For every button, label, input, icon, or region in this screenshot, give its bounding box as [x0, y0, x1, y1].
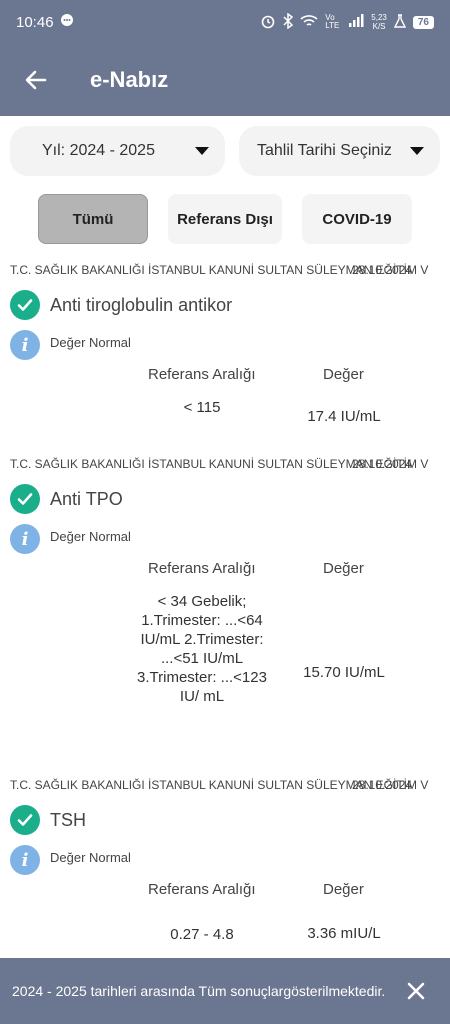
info-icon[interactable]: i [10, 524, 40, 554]
test-name: Anti TPO [50, 488, 123, 509]
result-date: 28.10.2024 [352, 263, 413, 277]
test-date-select[interactable]: Tahlil Tarihi Seçiniz [239, 126, 440, 176]
snackbar-message: 2024 - 2025 tarihleri arasında Tüm sonuç… [12, 982, 386, 999]
year-select-label: Yıl: 2024 - 2025 [42, 142, 155, 159]
result-value: 17.4 IU/mL [307, 408, 381, 425]
caret-down-icon [410, 147, 424, 155]
value-header: Değer [323, 881, 364, 898]
result-value: 3.36 mIU/L [307, 925, 381, 942]
signal-icon [348, 13, 364, 31]
reference-range-value: < 115 [183, 399, 221, 416]
wifi-icon [300, 14, 318, 31]
value-header: Değer [323, 366, 364, 383]
tab-all[interactable]: Tümü [38, 194, 148, 244]
check-icon [10, 290, 40, 320]
reference-range-header: Referans Aralığı [148, 881, 256, 898]
status-bar: 10:46 Vo LTE 5,23 K/S 76 [0, 0, 450, 44]
flask-icon [393, 13, 407, 31]
value-header: Değer [323, 560, 364, 577]
tab-covid-19[interactable]: COVID-19 [302, 194, 412, 244]
reference-range-header: Referans Aralığı [148, 560, 256, 577]
battery-indicator: 76 [412, 15, 434, 29]
test-date-select-label: Tahlil Tarihi Seçiniz [257, 142, 392, 159]
status-text: Değer Normal [50, 849, 131, 865]
tab-out-of-reference[interactable]: Referans Dışı [168, 194, 282, 244]
arrow-left-icon[interactable] [22, 66, 50, 94]
results-list: T.C. SAĞLIK BAKANLIĞI İSTANBUL KANUNİ SU… [0, 262, 450, 967]
caret-down-icon [195, 147, 209, 155]
tab-bar: Tümü Referans Dışı COVID-19 [0, 194, 450, 244]
info-icon[interactable]: i [10, 845, 40, 875]
app-bar: e-Nabız [0, 44, 450, 116]
check-icon [10, 484, 40, 514]
test-name: TSH [50, 809, 86, 830]
alarm-icon [260, 13, 276, 32]
test-name: Anti tiroglobulin antikor [50, 294, 233, 315]
result-value: 15.70 IU/mL [303, 664, 385, 681]
result-card[interactable]: T.C. SAĞLIK BAKANLIĞI İSTANBUL KANUNİ SU… [0, 262, 450, 456]
year-select[interactable]: Yıl: 2024 - 2025 [10, 126, 225, 176]
reference-range-value: < 34 Gebelik; 1.Trimester: ...<64 IU/mL … [137, 593, 267, 705]
info-icon[interactable]: i [10, 330, 40, 360]
result-card[interactable]: T.C. SAĞLIK BAKANLIĞI İSTANBUL KANUNİ SU… [0, 456, 450, 777]
page-title: e-Nabız [90, 67, 169, 92]
status-text: Değer Normal [50, 528, 131, 544]
result-date: 28.10.2024 [352, 457, 413, 471]
clock: 10:46 [16, 13, 54, 31]
bluetooth-icon [283, 12, 294, 32]
status-text: Değer Normal [50, 334, 131, 350]
result-date: 28.10.2024 [352, 778, 413, 792]
close-icon[interactable] [400, 975, 432, 1007]
reference-range-header: Referans Aralığı [148, 366, 256, 383]
result-card[interactable]: T.C. SAĞLIK BAKANLIĞI İSTANBUL KANUNİ SU… [0, 777, 450, 967]
lte-label: Vo LTE [325, 13, 340, 30]
network-speed: 5,23 K/S [371, 13, 387, 31]
reference-range-value: 0.27 - 4.8 [170, 926, 234, 943]
message-icon [60, 13, 74, 31]
filter-bar: Yıl: 2024 - 2025 Tahlil Tarihi Seçiniz [0, 116, 450, 176]
snackbar: 2024 - 2025 tarihleri arasında Tüm sonuç… [0, 958, 450, 1024]
check-icon [10, 805, 40, 835]
